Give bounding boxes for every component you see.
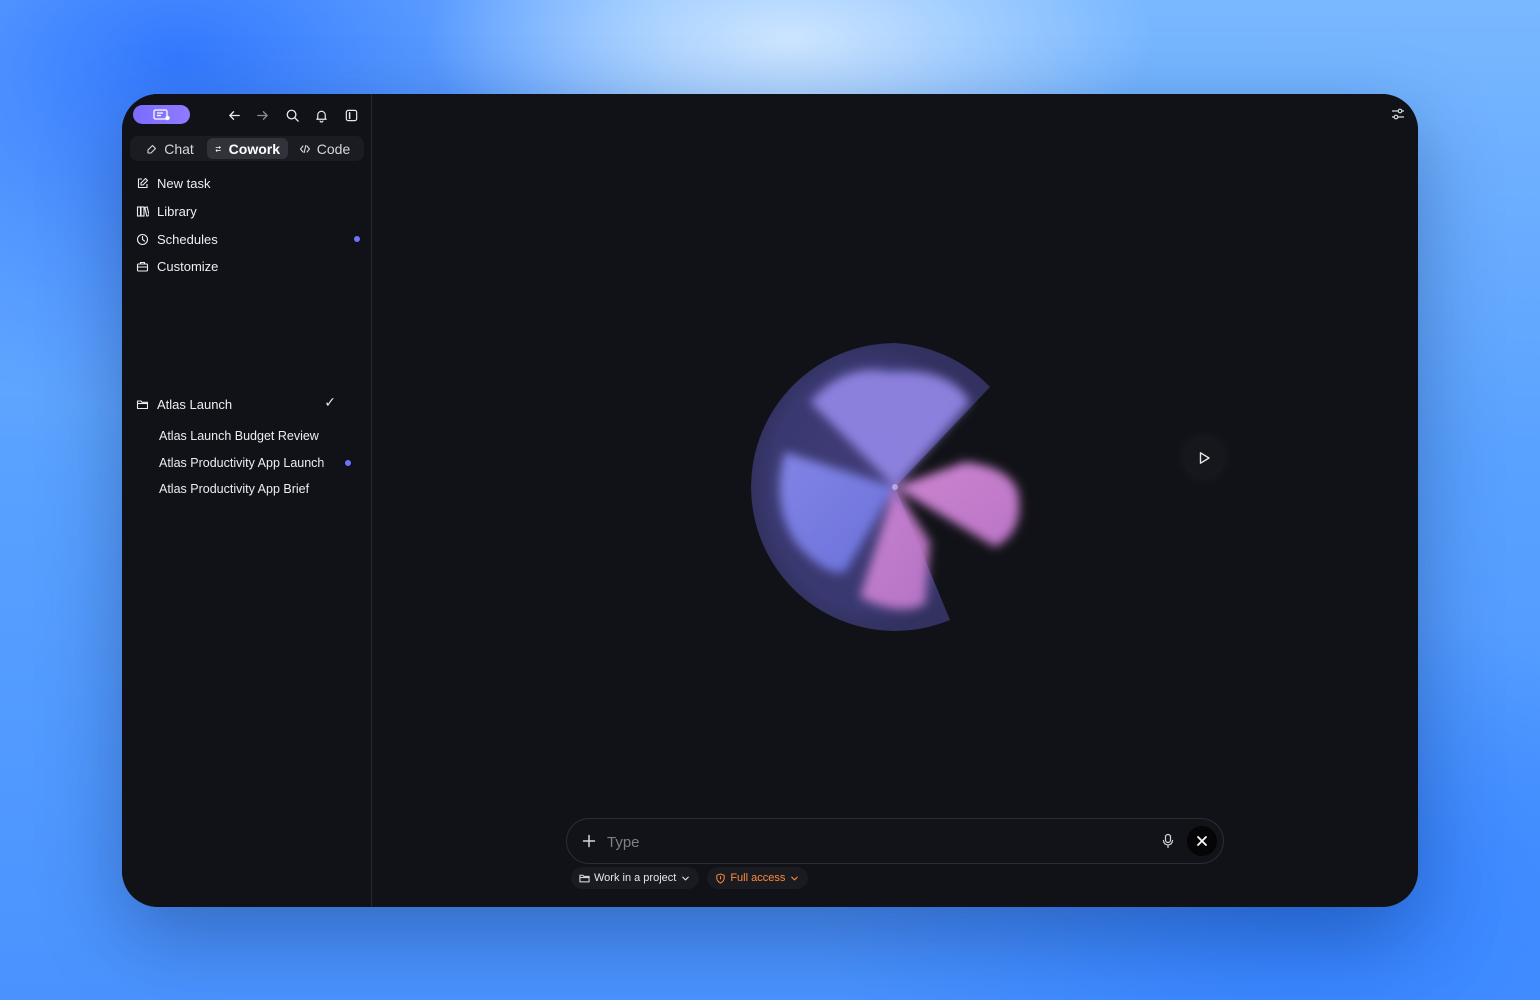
chevron-down-icon	[682, 876, 690, 880]
play-button[interactable]	[1186, 440, 1222, 476]
message-input[interactable]	[607, 829, 1147, 855]
message-composer	[566, 818, 1224, 864]
arrow-left-icon	[228, 110, 240, 120]
microphone-icon	[1162, 833, 1174, 849]
voice-orb-graphic	[751, 343, 1020, 631]
settings-button[interactable]	[1390, 106, 1406, 122]
app-window: Chat Cowork Code New task Library Schedu…	[122, 94, 1418, 907]
briefcase-icon	[136, 262, 149, 272]
composer-options: Work in a project Full access	[571, 867, 809, 889]
microphone-button[interactable]	[1159, 832, 1177, 850]
task-label: Atlas Productivity App Brief	[159, 482, 310, 497]
close-voice-button[interactable]	[1187, 826, 1217, 856]
attach-button[interactable]	[580, 832, 598, 850]
app-logo-icon	[152, 108, 170, 120]
checkmark-icon: ✓	[324, 394, 336, 410]
sidebar-panel-icon	[345, 109, 357, 121]
task-item[interactable]: Atlas Productivity App Launch	[136, 449, 360, 476]
sidebar: Chat Cowork Code New task Library Schedu…	[122, 94, 372, 907]
mode-switcher: Chat Cowork Code	[130, 136, 364, 161]
project-name: Atlas Launch	[157, 396, 233, 412]
tab-chat[interactable]: Chat	[133, 138, 207, 159]
play-icon	[1199, 452, 1210, 464]
tab-cowork[interactable]: Cowork	[207, 138, 288, 159]
cowork-icon	[215, 145, 221, 152]
sidebar-item-label: New task	[157, 176, 211, 192]
code-icon	[299, 144, 310, 153]
task-unread-indicator	[345, 459, 351, 466]
tab-code[interactable]: Code	[288, 138, 361, 159]
work-in-project-label: Work in a project	[594, 872, 677, 884]
project-header-atlas-launch[interactable]: Atlas Launch ✓	[136, 394, 360, 414]
sidebar-item-label: Library	[157, 204, 197, 220]
sidebar-item-label: Schedules	[157, 231, 218, 247]
library-icon	[136, 206, 149, 217]
schedules-unread-indicator	[354, 236, 360, 243]
edit-icon	[137, 178, 149, 189]
task-item[interactable]: Atlas Launch Budget Review	[136, 423, 360, 450]
sidebar-toolbar	[133, 105, 363, 125]
tab-chat-label: Chat	[164, 140, 194, 157]
arrow-right-icon	[256, 110, 268, 120]
bell-icon	[315, 110, 327, 123]
chat-bubble-icon	[147, 144, 157, 154]
task-label: Atlas Launch Budget Review	[159, 429, 319, 444]
project-task-list: Atlas Launch Budget Review Atlas Product…	[136, 423, 360, 503]
sidebar-item-library[interactable]: Library	[136, 198, 360, 226]
shield-icon	[716, 872, 725, 884]
sliders-icon	[1392, 108, 1404, 120]
sidebar-item-new-task[interactable]: New task	[136, 170, 360, 198]
task-item[interactable]: Atlas Productivity App Brief	[136, 476, 360, 503]
search-button[interactable]	[282, 105, 302, 125]
tab-cowork-label: Cowork	[228, 140, 280, 157]
chevron-down-icon	[791, 876, 799, 880]
main-panel: Work in a project Full access	[373, 94, 1418, 907]
sidebar-item-label: Customize	[157, 259, 219, 275]
plus-icon	[582, 834, 596, 848]
work-in-project-dropdown[interactable]: Work in a project	[571, 867, 700, 889]
clock-icon	[136, 233, 149, 245]
sidebar-menu: New task Library Schedules Customize	[136, 170, 360, 281]
text-fade-overlay	[322, 449, 336, 476]
forward-button[interactable]	[252, 105, 272, 125]
full-access-label: Full access	[730, 872, 786, 884]
app-switcher-button[interactable]	[133, 105, 190, 124]
toggle-sidebar-button[interactable]	[341, 105, 361, 125]
notifications-button[interactable]	[311, 105, 331, 125]
full-access-dropdown[interactable]: Full access	[707, 867, 809, 889]
folder-icon	[136, 399, 149, 409]
folder-icon	[579, 874, 590, 882]
task-label: Atlas Productivity App Launch	[159, 455, 325, 470]
project-section: Atlas Launch ✓ Atlas Launch Budget Revie…	[136, 394, 360, 503]
sidebar-item-schedules[interactable]: Schedules	[136, 225, 360, 253]
search-icon	[286, 109, 299, 122]
tab-code-label: Code	[316, 140, 351, 157]
close-icon	[1197, 836, 1207, 846]
sidebar-item-customize[interactable]: Customize	[136, 253, 360, 281]
back-button[interactable]	[224, 105, 244, 125]
